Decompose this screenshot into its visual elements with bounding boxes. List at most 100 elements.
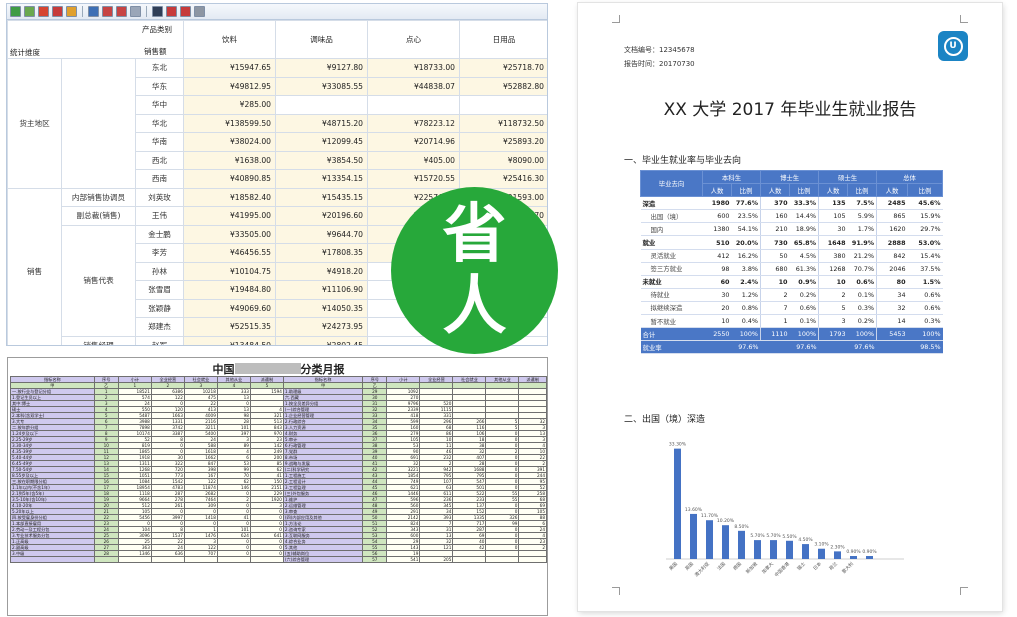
employment-cell: 98 <box>702 262 732 276</box>
employment-row: 未就业 60 2.4% 10 0.9% 10 0.6% 80 1.5% <box>640 275 943 289</box>
pivot-cell[interactable]: ¥40890.85 <box>183 169 277 189</box>
employment-rate-value: 97.6% <box>818 340 877 355</box>
employment-cell: 2.4% <box>731 275 762 289</box>
pivot-cell[interactable]: ¥46456.55 <box>183 243 277 263</box>
employment-cell: 32 <box>876 301 908 316</box>
pivot-cell[interactable]: ¥285.00 <box>183 95 277 115</box>
sub-header: 比例 <box>907 183 944 198</box>
crop-mark <box>612 15 620 23</box>
pivot-cell[interactable]: ¥2802.45 <box>275 335 369 345</box>
pivot-cell[interactable]: ¥405.00 <box>367 150 461 170</box>
pivot-cell[interactable] <box>275 95 369 115</box>
print-excel-icon[interactable] <box>180 6 191 17</box>
pivot-cell[interactable]: ¥118732.50 <box>459 113 547 133</box>
sheet-cell[interactable] <box>485 556 520 563</box>
pivot-cell[interactable]: ¥48715.20 <box>275 113 369 133</box>
pivot-cell[interactable]: ¥33505.00 <box>183 224 277 244</box>
printer-icon[interactable] <box>194 6 205 17</box>
page-icon[interactable] <box>130 6 141 17</box>
pivot-cell[interactable] <box>459 95 547 115</box>
pivot-cell[interactable]: ¥3854.50 <box>275 150 369 170</box>
employment-table: 毕业去向 本科生 博士生 硕士生 总体 人数 比例 人数 比例 人数 比例 人数… <box>640 169 944 355</box>
sheet-cell[interactable] <box>216 556 251 563</box>
pivot-cell[interactable]: ¥38024.00 <box>183 132 277 152</box>
pivot-cell[interactable]: ¥25718.70 <box>459 58 547 78</box>
pivot-cell[interactable]: ¥25416.30 <box>459 169 547 189</box>
pivot-cell[interactable]: ¥18582.40 <box>183 187 277 207</box>
pivot-cell[interactable]: ¥9127.80 <box>275 58 369 78</box>
employment-cell: 412 <box>702 249 732 263</box>
pivot-cell[interactable]: ¥41995.00 <box>183 206 277 226</box>
pivot-cell[interactable]: ¥15947.65 <box>183 58 277 78</box>
pivot-cell[interactable]: ¥138599.50 <box>183 113 277 133</box>
sheet-cell[interactable] <box>150 556 185 563</box>
employment-cell: 34 <box>876 288 908 302</box>
employment-cell: 33.3% <box>789 196 820 211</box>
pivot-cell[interactable]: ¥8090.00 <box>459 150 547 170</box>
sheet-cell[interactable]: 541 <box>386 556 421 563</box>
pivot-cell[interactable]: ¥12099.45 <box>275 132 369 152</box>
pivot-cell[interactable] <box>367 95 461 115</box>
pivot-cell[interactable]: ¥14050.35 <box>275 298 369 318</box>
row-member-label: 华中 <box>134 95 185 115</box>
pivot-cell[interactable]: ¥13484.50 <box>183 335 277 345</box>
employment-cell: 0.2% <box>789 288 820 302</box>
employment-row-label: 合计 <box>640 327 703 342</box>
pivot-cell[interactable]: ¥15720.55 <box>367 169 461 189</box>
pivot-cell[interactable]: ¥24273.95 <box>275 317 369 337</box>
pivot-cell[interactable]: ¥78223.12 <box>367 113 461 133</box>
pivot-cell[interactable]: ¥15435.15 <box>275 187 369 207</box>
print-preview-icon[interactable] <box>88 6 99 17</box>
csv-export-icon[interactable] <box>24 6 35 17</box>
badge-char-1: 省 <box>442 197 507 272</box>
sheet-cell[interactable] <box>183 556 218 563</box>
sheet-cell[interactable] <box>117 556 152 563</box>
chart-bar <box>834 551 841 559</box>
sheet-cell[interactable]: (六)综合管理 <box>282 556 364 563</box>
sheet-cell[interactable] <box>93 556 119 563</box>
sheet-cell[interactable]: 57 <box>362 556 388 563</box>
pivot-cell[interactable]: ¥9644.70 <box>275 224 369 244</box>
pivot-cell[interactable]: ¥11106.90 <box>275 280 369 300</box>
pivot-cell[interactable]: ¥13354.15 <box>275 169 369 189</box>
pivot-cell[interactable]: ¥20714.96 <box>367 132 461 152</box>
pivot-cell[interactable]: ¥25893.20 <box>459 132 547 152</box>
employment-cell: 680 <box>760 262 790 276</box>
employment-row-label: 签三方就业 <box>640 262 703 276</box>
page-layout-icon[interactable] <box>116 6 127 17</box>
excel-export-icon[interactable] <box>10 6 21 17</box>
pivot-cell[interactable]: ¥19484.80 <box>183 280 277 300</box>
pivot-cell[interactable]: ¥49069.60 <box>183 298 277 318</box>
pivot-cell[interactable]: ¥52515.35 <box>183 317 277 337</box>
pivot-cell[interactable]: ¥20196.60 <box>275 206 369 226</box>
pivot-cell[interactable]: ¥18733.00 <box>367 58 461 78</box>
image-export-icon[interactable] <box>66 6 77 17</box>
sheet-cell[interactable] <box>518 556 547 563</box>
document-title: XX 大学 2017 年毕业生就业报告 <box>663 100 917 120</box>
pdf-export-icon[interactable] <box>38 6 49 17</box>
print-icon[interactable] <box>152 6 163 17</box>
sheet-cell[interactable] <box>10 556 95 563</box>
print-pdf-icon[interactable] <box>166 6 177 17</box>
employment-cell: 2046 <box>876 262 908 276</box>
word-export-icon[interactable] <box>52 6 63 17</box>
pivot-cell[interactable]: ¥4918.20 <box>275 261 369 281</box>
sheet-cell[interactable] <box>249 556 284 563</box>
chart-data-label: 4.50% <box>798 537 813 543</box>
page-setup-icon[interactable] <box>102 6 113 17</box>
employment-cell: 1.5% <box>907 275 943 289</box>
monthly-classification-sheet: 中国 分类月报 指标名称 序号 小计 全业经营 社会就业 其他从业 派遣制 指标名称 序号 小计 全业… <box>7 357 548 616</box>
document-number-value: 12345678 <box>659 46 695 54</box>
sheet-cell[interactable] <box>452 556 487 563</box>
row-subgroup-header: 内部销售协调员 <box>61 187 136 207</box>
pivot-cell[interactable]: ¥49812.95 <box>183 76 277 96</box>
sheet-cell[interactable]: 205 <box>419 556 454 563</box>
pivot-cell[interactable]: ¥1638.00 <box>183 150 277 170</box>
pivot-cell[interactable]: ¥33085.55 <box>275 76 369 96</box>
sheet-body: 指标名称 序号 小计 全业经营 社会就业 其他从业 派遣制 指标名称 序号 小计 全业经营 社会就业其… <box>10 376 547 563</box>
chart-bar <box>786 540 793 559</box>
pivot-cell[interactable]: ¥44838.07 <box>367 76 461 96</box>
pivot-cell[interactable]: ¥52882.80 <box>459 76 547 96</box>
pivot-cell[interactable]: ¥10104.75 <box>183 261 277 281</box>
pivot-cell[interactable]: ¥17808.35 <box>275 243 369 263</box>
